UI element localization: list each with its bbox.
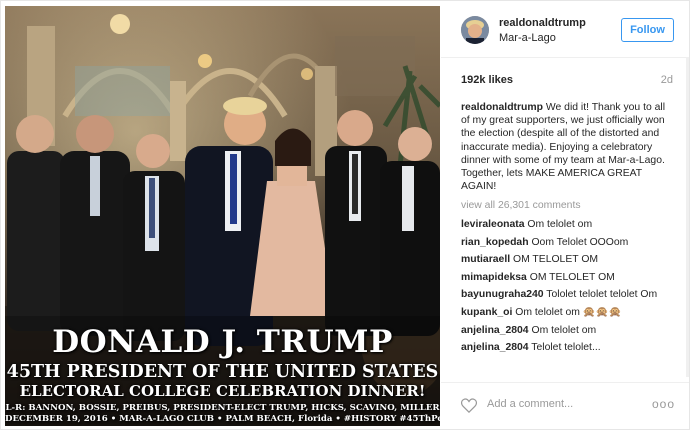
comment-item: mutiaraell OM TELOLET OM (461, 253, 683, 266)
more-options-icon[interactable]: ooo (652, 397, 675, 411)
comment-username[interactable]: mutiaraell (461, 254, 510, 265)
comment-item: bayunugraha240 Tololet telolet telolet O… (461, 288, 683, 301)
comment-item: rian_kopedah Oom Telolet OOOom (461, 236, 683, 249)
comment-text: Oom Telolet OOOom (531, 236, 629, 248)
post-header: realdonaldtrump Mar-a-Lago Follow (441, 1, 689, 58)
comment-username[interactable]: leviraleonata (461, 219, 525, 230)
add-comment-input[interactable]: Add a comment... (487, 398, 573, 410)
comment-text: OM TELOLET OM (512, 254, 599, 266)
comment-username[interactable]: anjelina_2804 (461, 342, 529, 353)
comment-text: Om telolet om (527, 219, 593, 230)
comment-item: kupank_oi Om telolet om 🙊🙊🙊 (461, 306, 683, 319)
avatar[interactable] (461, 16, 489, 44)
post-footer: Add a comment... ooo (441, 383, 689, 429)
overlay-date-caption: DECEMBER 19, 2016 • MAR-A-LAGO CLUB • PA… (5, 414, 440, 424)
comment-text: OM TELOLET OM (529, 271, 615, 283)
post-photo[interactable]: DONALD J. TRUMP 45TH PRESIDENT OF THE UN… (5, 6, 440, 426)
comment-username[interactable]: rian_kopedah (461, 237, 529, 248)
comment-text: Om telolet om 🙊🙊🙊 (515, 306, 622, 318)
instagram-post-frame: DONALD J. TRUMP 45TH PRESIDENT OF THE UN… (0, 0, 690, 430)
comment-username[interactable]: bayunugraha240 (461, 289, 544, 300)
likes-count[interactable]: 192k likes (461, 74, 513, 86)
post-time[interactable]: 2d (661, 74, 673, 86)
overlay-names-caption: L-R: BANNON, BOSSIE, PREIBUS, PRESIDENT-… (5, 403, 440, 413)
comment-item: anjelina_2804 Om telolet om (461, 324, 683, 337)
comment-item: leviraleonata Om telolet om (461, 218, 683, 231)
comment-text: Tololet telolet telolet Om (546, 289, 658, 301)
post-caption: realdonaldtrump We did it! Thank you to … (461, 101, 673, 193)
heart-icon[interactable] (461, 398, 477, 413)
post-username[interactable]: realdonaldtrump (499, 17, 586, 29)
view-all-comments-link[interactable]: view all 26,301 comments (461, 200, 581, 211)
comment-username[interactable]: anjelina_2804 (461, 325, 529, 336)
caption-username[interactable]: realdonaldtrump (461, 102, 543, 113)
overlay-subtitle-dinner: ELECTORAL COLLEGE CELEBRATION DINNER! (19, 382, 426, 400)
follow-button[interactable]: Follow (621, 18, 674, 42)
caption-text: We did it! Thank you to all of my great … (461, 102, 666, 193)
post-side-panel: realdonaldtrump Mar-a-Lago Follow 192k l… (441, 1, 689, 429)
avatar-image (461, 16, 489, 44)
overlay-subtitle-president: 45TH PRESIDENT OF THE UNITED STATES (6, 362, 439, 382)
comment-item: mimapideksa OM TELOLET OM (461, 271, 683, 284)
comments-scrollbar[interactable] (686, 57, 689, 377)
comment-text: Om telolet om (531, 324, 597, 336)
post-location[interactable]: Mar-a-Lago (499, 32, 556, 44)
comment-username[interactable]: mimapideksa (461, 272, 527, 283)
comment-item: anjelina_2804 Telolet telolet... (461, 341, 683, 354)
comment-username[interactable]: kupank_oi (461, 307, 512, 318)
photo-text-overlay: DONALD J. TRUMP 45TH PRESIDENT OF THE UN… (5, 6, 440, 426)
comment-text: Telolet telolet... (531, 342, 601, 354)
overlay-title: DONALD J. TRUMP (52, 324, 393, 360)
comment-list: leviraleonata Om telolet om rian_kopedah… (461, 218, 683, 359)
